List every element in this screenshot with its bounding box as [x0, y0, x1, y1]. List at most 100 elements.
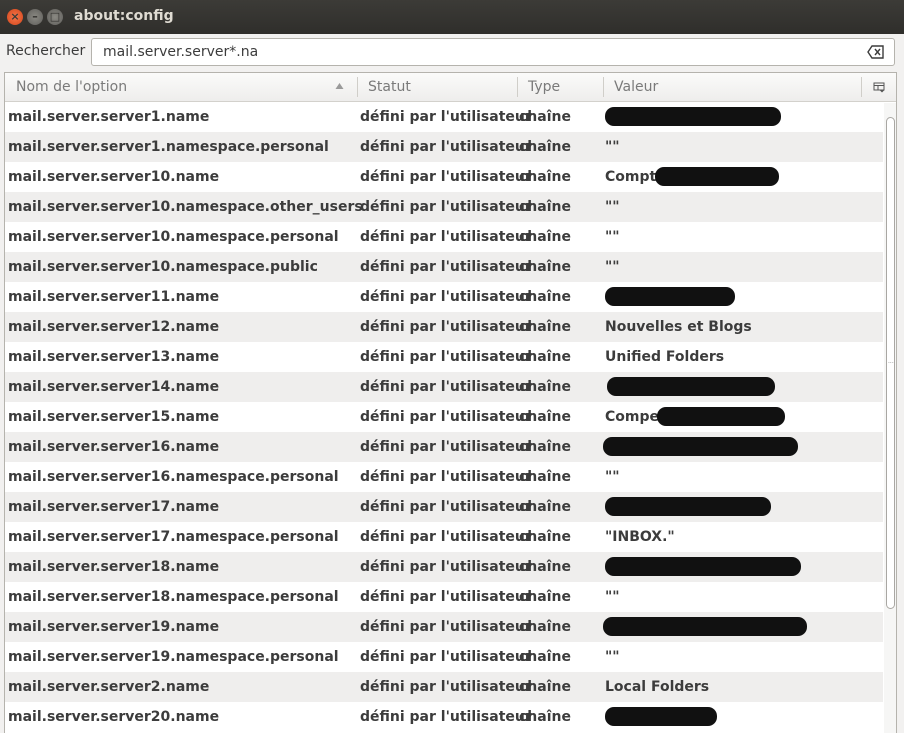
table-row[interactable]: mail.server.server19.namespace.personal d… [5, 642, 883, 672]
table-row[interactable]: mail.server.server20.name défini par l'ut… [5, 702, 883, 732]
table-row[interactable]: mail.server.server16.name défini par l'ut… [5, 432, 883, 462]
table-row[interactable]: mail.server.server10.namespace.other_use… [5, 192, 883, 222]
pref-status: défini par l'utilisateur [360, 589, 532, 605]
pref-status: défini par l'utilisateur [360, 229, 532, 245]
window-maximize-button[interactable]: □ [47, 9, 63, 25]
pref-name: mail.server.server18.namespace.personal [8, 589, 339, 605]
pref-status: défini par l'utilisateur [360, 469, 532, 485]
pref-type: chaîne [519, 649, 571, 665]
pref-value: "" [605, 589, 620, 605]
redaction-mark [605, 497, 771, 516]
table-row[interactable]: mail.server.server19.name défini par l'ut… [5, 612, 883, 642]
pref-status: défini par l'utilisateur [360, 619, 532, 635]
pref-status: défini par l'utilisateur [360, 139, 532, 155]
pref-type: chaîne [519, 379, 571, 395]
pref-name: mail.server.server10.namespace.personal [8, 229, 339, 245]
column-divider[interactable] [861, 77, 862, 97]
pref-name: mail.server.server15.name [8, 409, 220, 425]
pref-value: "" [605, 469, 620, 485]
pref-status: défini par l'utilisateur [360, 199, 532, 215]
pref-value: Local Folders [605, 679, 710, 695]
column-header-name[interactable]: Nom de l'option [16, 79, 127, 95]
pref-value: "" [605, 229, 620, 245]
table-row[interactable]: mail.server.server18.name défini par l'ut… [5, 552, 883, 582]
window-minimize-button[interactable]: – [27, 9, 43, 25]
table-row[interactable]: mail.server.server10.name défini par l'ut… [5, 162, 883, 192]
table-row[interactable]: mail.server.server15.name défini par l'ut… [5, 402, 883, 432]
column-header-value[interactable]: Valeur [614, 79, 658, 95]
redaction-mark [605, 107, 781, 126]
triangle-up-icon [335, 83, 344, 89]
pref-status: défini par l'utilisateur [360, 349, 532, 365]
pref-value: "" [605, 649, 620, 665]
pref-type: chaîne [519, 499, 571, 515]
search-input-value: mail.server.server*.na [103, 44, 259, 60]
pref-value: Compe [605, 409, 659, 425]
table-row[interactable]: mail.server.server1.name défini par l'uti… [5, 102, 883, 132]
pref-type: chaîne [519, 589, 571, 605]
pref-type: chaîne [519, 139, 571, 155]
table-row[interactable]: mail.server.server12.name défini par l'ut… [5, 312, 883, 342]
pref-type: chaîne [519, 709, 571, 725]
pref-name: mail.server.server12.name [8, 319, 220, 335]
pref-type: chaîne [519, 199, 571, 215]
redaction-mark [603, 437, 798, 456]
column-header-type[interactable]: Type [528, 79, 560, 95]
pref-type: chaîne [519, 109, 571, 125]
redaction-mark [603, 617, 807, 636]
search-bar: Rechercher : mail.server.server*.na [0, 34, 904, 70]
config-tree[interactable]: Nom de l'option Statut Type Valeur mail.… [4, 72, 897, 733]
pref-name: mail.server.server1.namespace.personal [8, 139, 329, 155]
pref-status: défini par l'utilisateur [360, 289, 532, 305]
pref-name: mail.server.server19.namespace.personal [8, 649, 339, 665]
pref-type: chaîne [519, 619, 571, 635]
pref-status: défini par l'utilisateur [360, 319, 532, 335]
clear-icon[interactable] [867, 45, 885, 59]
redaction-mark [605, 707, 717, 726]
pref-status: défini par l'utilisateur [360, 649, 532, 665]
column-picker-icon[interactable] [873, 81, 885, 93]
redaction-mark [607, 377, 775, 396]
table-row[interactable]: mail.server.server16.namespace.personal d… [5, 462, 883, 492]
redaction-mark [605, 557, 801, 576]
table-row[interactable]: mail.server.server18.namespace.personal d… [5, 582, 883, 612]
vertical-scrollbar[interactable]: ··· [884, 103, 896, 733]
redaction-mark [655, 167, 779, 186]
pref-name: mail.server.server17.name [8, 499, 220, 515]
pref-name: mail.server.server1.name [8, 109, 210, 125]
table-row[interactable]: mail.server.server2.name défini par l'uti… [5, 672, 883, 702]
column-divider[interactable] [517, 77, 518, 97]
pref-type: chaîne [519, 409, 571, 425]
column-divider[interactable] [603, 77, 604, 97]
preferences-list: mail.server.server1.name défini par l'uti… [5, 102, 883, 732]
grip-icon: ··· [888, 360, 894, 367]
redaction-mark [605, 287, 735, 306]
pref-status: défini par l'utilisateur [360, 559, 532, 575]
table-row[interactable]: mail.server.server13.name défini par l'ut… [5, 342, 883, 372]
pref-status: défini par l'utilisateur [360, 709, 532, 725]
table-row[interactable]: mail.server.server11.name défini par l'ut… [5, 282, 883, 312]
pref-status: défini par l'utilisateur [360, 679, 532, 695]
window-close-button[interactable]: × [7, 9, 23, 25]
pref-name: mail.server.server11.name [8, 289, 220, 305]
column-header-row: Nom de l'option Statut Type Valeur [5, 73, 896, 102]
pref-name: mail.server.server16.namespace.personal [8, 469, 339, 485]
table-row[interactable]: mail.server.server10.namespace.public déf… [5, 252, 883, 282]
window-titlebar[interactable]: × – □ about:config [0, 0, 904, 34]
pref-name: mail.server.server14.name [8, 379, 220, 395]
pref-status: défini par l'utilisateur [360, 439, 532, 455]
pref-type: chaîne [519, 319, 571, 335]
table-row[interactable]: mail.server.server14.name défini par l'ut… [5, 372, 883, 402]
pref-name: mail.server.server10.namespace.other_use… [8, 199, 363, 215]
table-row[interactable]: mail.server.server10.namespace.personal d… [5, 222, 883, 252]
search-input[interactable]: mail.server.server*.na [91, 38, 895, 66]
table-row[interactable]: mail.server.server1.namespace.personal dé… [5, 132, 883, 162]
pref-type: chaîne [519, 439, 571, 455]
pref-name: mail.server.server19.name [8, 619, 220, 635]
scrollbar-thumb[interactable]: ··· [886, 117, 895, 609]
column-header-status[interactable]: Statut [368, 79, 411, 95]
column-divider[interactable] [357, 77, 358, 97]
table-row[interactable]: mail.server.server17.name défini par l'ut… [5, 492, 883, 522]
table-row[interactable]: mail.server.server17.namespace.personal d… [5, 522, 883, 552]
pref-type: chaîne [519, 469, 571, 485]
